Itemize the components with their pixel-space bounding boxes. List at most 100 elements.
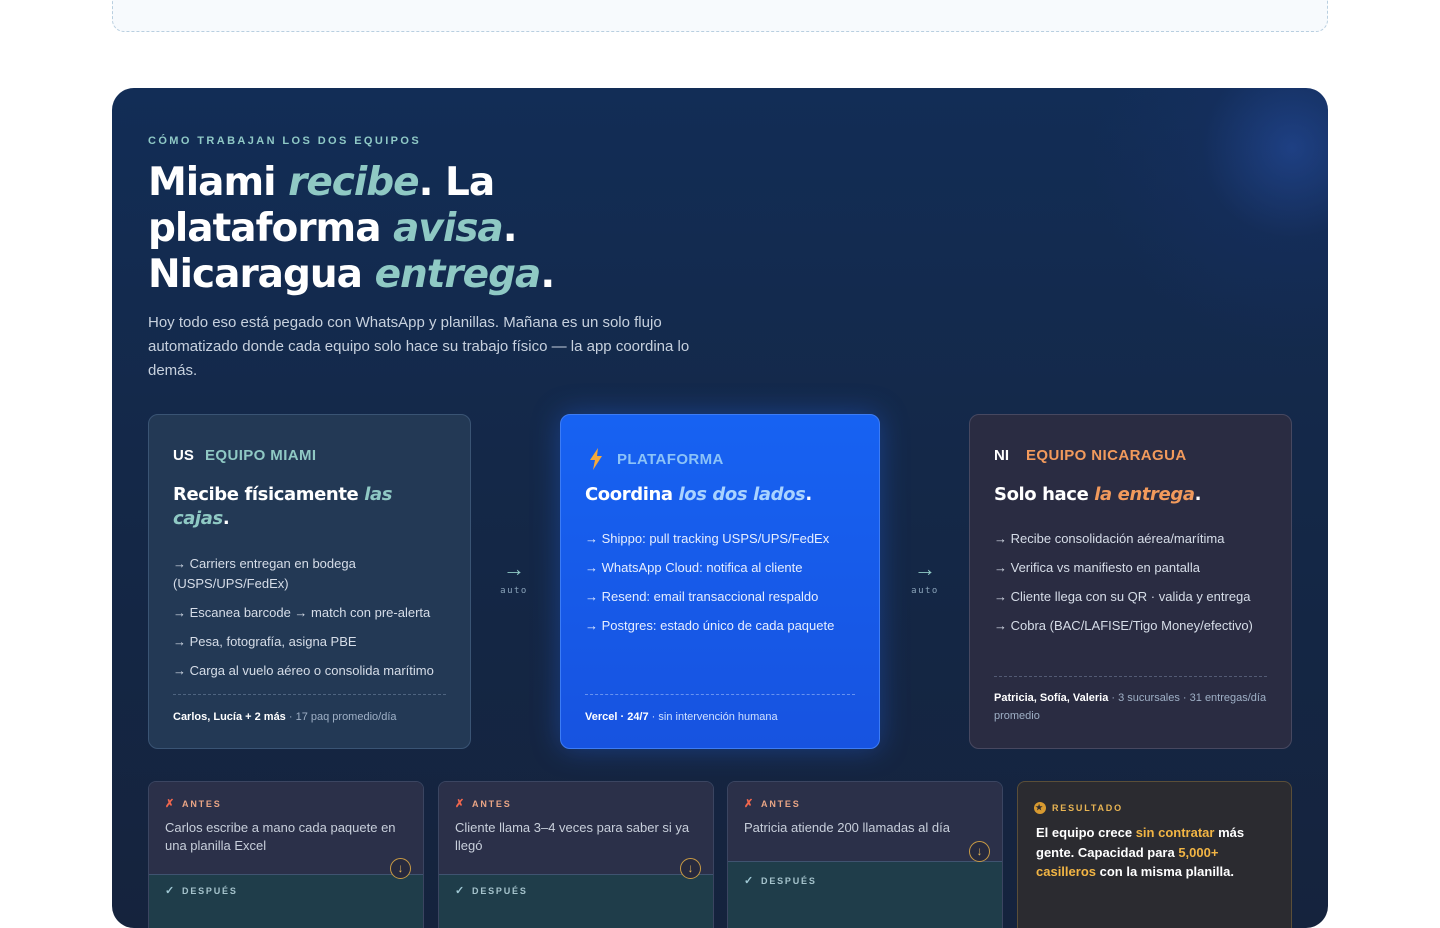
card-title-text: Coordina [585,484,679,505]
arrow-down-icon[interactable]: ↓ [390,858,411,879]
list-item: → Postgres: estado único de cada paquete [585,618,835,633]
before-text: Patricia atiende 200 llamadas al día [744,820,950,835]
card-footer: Carlos, Lucía + 2 más · 17 paq promedio/… [173,708,453,726]
arrow-down-icon[interactable]: ↓ [969,841,990,862]
check-icon: ✓ [455,885,467,897]
headline-text: . [540,252,555,297]
card-title: Solo hace la entrega. [994,483,1274,507]
ni-flag-icon: NI [994,447,1009,464]
before-tag: ✗ ANTES [455,797,512,810]
section-eyebrow: CÓMO TRABAJAN LOS DOS EQUIPOS [148,135,422,147]
list-item: → Cliente llega con su QR · valida y ent… [994,589,1251,604]
check-icon: ✓ [165,885,177,897]
after-panel [728,861,1002,928]
card-header: PLATAFORMA [585,447,724,471]
platform-note: · sin intervención humana [648,711,778,723]
list-item: → Resend: email transaccional respaldo [585,589,819,604]
headline-text: . [502,206,518,251]
result-card: ★ RESULTADO El equipo crece sin contratar… [1017,781,1292,928]
before-text: Cliente llama 3–4 veces para saber si ya… [455,820,690,853]
headline-text: Miami [148,160,289,205]
us-flag-icon: US [173,447,194,464]
list-item: → Shippo: pull tracking USPS/UPS/FedEx [585,531,830,546]
section-headline: Miami recibe. La plataforma avisa. Nicar… [148,160,748,298]
card-title-text: . [805,484,812,505]
before-after-card: ✗ ANTES Carlos escribe a mano cada paquet… [148,781,424,928]
list-item: → Cobra (BAC/LAFISE/Tigo Money/efectivo) [994,618,1253,633]
after-panel [149,874,423,928]
headline-highlight: avisa [393,206,504,251]
teams-section: CÓMO TRABAJAN LOS DOS EQUIPOS Miami reci… [112,88,1328,928]
before-tag: ✗ ANTES [744,797,801,810]
card-header: NI EQUIPO NICARAGUA [994,447,1187,464]
card-title-text: Solo hace [994,484,1095,505]
divider [994,676,1267,677]
x-mark-icon: ✗ [744,798,756,810]
card-title-text: . [1194,484,1202,505]
team-name: EQUIPO MIAMI [205,447,317,464]
after-panel [439,874,713,928]
headline-highlight: entrega [374,252,542,297]
section-lede: Hoy todo eso está pegado con WhatsApp y … [148,314,690,379]
card-bullet-list: → Recibe consolidación aérea/marítima → … [994,529,1279,645]
list-item: → WhatsApp Cloud: notifica al cliente [585,560,803,575]
before-after-card: ✗ ANTES Cliente llama 3–4 veces para sabe… [438,781,714,928]
card-title: Coordina los dos lados. [585,483,865,507]
card-title: Recibe físicamente las cajas. [173,483,453,531]
card-header: US EQUIPO MIAMI [173,447,316,464]
before-label: ANTES [182,798,222,809]
before-label: ANTES [472,798,512,809]
list-item: → Carriers entregan en bodega (USPS/UPS/… [173,556,356,591]
connector-miami-platform: → auto [484,556,544,597]
before-label: ANTES [761,798,801,809]
previous-section-box [112,0,1328,32]
list-item: → Verifica vs manifiesto en pantalla [994,560,1200,575]
check-icon: ✓ [744,875,756,887]
card-title-text: . [222,508,230,529]
card-footer: Vercel · 24/7 · sin intervención humana [585,708,865,726]
before-text: Carlos escribe a mano cada paquete en un… [165,820,396,853]
divider [585,694,855,695]
after-tag: ✓ DESPUÉS [455,884,528,897]
after-tag: ✓ DESPUÉS [165,884,238,897]
card-title-text: Recibe físicamente [173,484,365,505]
card-platform: PLATAFORMA Coordina los dos lados. → Shi… [560,414,880,749]
result-text-part: con la misma planilla. [1096,864,1234,879]
card-title-highlight: los dos lados [678,484,806,505]
arrow-down-icon[interactable]: ↓ [680,858,701,879]
arrow-right-icon: → [914,556,936,581]
result-text-part: El equipo crece [1036,825,1136,840]
star-coin-icon: ★ [1034,802,1046,814]
headline-text: . La [418,160,496,205]
list-item: → Pesa, fotografía, asigna PBE [173,634,357,649]
team-stats: · 17 paq promedio/día [285,711,397,723]
list-item: → Recibe consolidación aérea/marítima [994,531,1225,546]
x-mark-icon: ✗ [455,798,467,810]
headline-text: Nicaragua [148,252,375,297]
x-mark-icon: ✗ [165,798,177,810]
list-item: → Carga al vuelo aéreo o consolida marít… [173,663,434,678]
connector-label: auto [911,586,939,596]
team-name: PLATAFORMA [617,450,724,468]
result-label: RESULTADO [1052,803,1123,813]
platform-host: Vercel · 24/7 [585,711,649,723]
card-title-highlight: la entrega [1094,484,1195,505]
card-bullet-list: → Shippo: pull tracking USPS/UPS/FedEx →… [585,529,870,645]
connector-platform-nicaragua: → auto [895,556,955,597]
after-tag: ✓ DESPUÉS [744,874,817,887]
result-text: El equipo crece sin contratar más gente.… [1036,823,1276,882]
lightning-bolt-icon [585,447,607,471]
result-tag: ★ RESULTADO [1034,802,1123,814]
card-team-nicaragua: NI EQUIPO NICARAGUA Solo hace la entrega… [969,414,1292,749]
before-after-card: ✗ ANTES Patricia atiende 200 llamadas al … [727,781,1003,928]
headline-highlight: recibe [288,160,420,205]
divider [173,694,446,695]
card-footer: Patricia, Sofía, Valeria · 3 sucursales … [994,689,1274,725]
card-team-miami: US EQUIPO MIAMI Recibe físicamente las c… [148,414,471,749]
headline-text: plataforma [148,206,394,251]
arrow-right-icon: → [503,556,525,581]
after-label: DESPUÉS [182,885,238,896]
result-highlight: sin contratar [1135,825,1215,840]
card-bullet-list: → Carriers entregan en bodega (USPS/UPS/… [173,554,458,690]
after-label: DESPUÉS [761,875,817,886]
